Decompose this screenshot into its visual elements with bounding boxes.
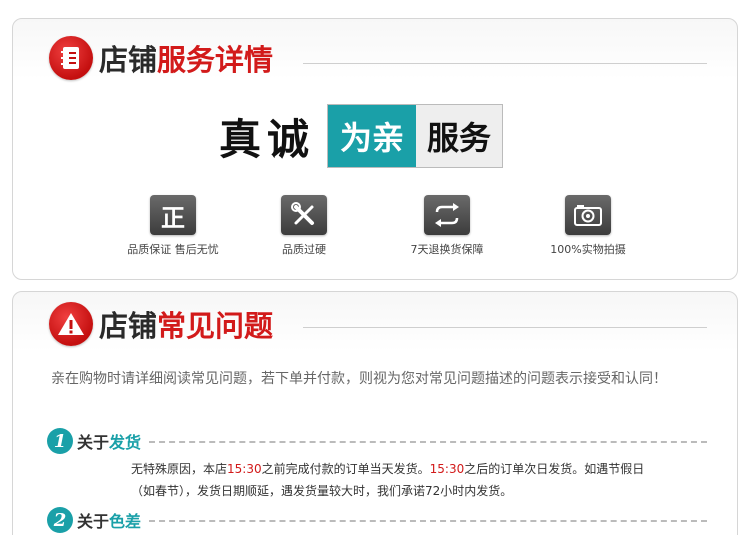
title-red: 服务详情 [157, 43, 274, 77]
banner-box: 为亲 服务 [327, 104, 504, 168]
faq-dashed-divider [149, 520, 707, 522]
section-title: 店铺常见问题 [99, 303, 273, 345]
faq-shipping-body: 无特殊原因，本店15:30之前完成付款的订单当天发货。15:30之后的订单次日发… [131, 458, 651, 502]
feature-label: 品质过硬 [282, 243, 326, 256]
faq-number-badge: 1 [47, 428, 73, 454]
banner-grey-text: 服务 [416, 105, 503, 167]
faq-panel: 店铺常见问题 亲在购物时请详细阅读常见问题，若下单并付款，则视为您对常见问题描述… [12, 291, 738, 535]
title-divider [303, 63, 707, 64]
title-black: 店铺 [99, 43, 158, 77]
faq-title: 关于色差 [77, 508, 141, 532]
section-title: 店铺服务详情 [99, 37, 273, 79]
feature-real-photos: 100%实物拍摄 [518, 195, 658, 257]
faq-topic: 色差 [109, 512, 142, 531]
faq-dashed-divider [149, 441, 707, 443]
faq-prefix: 关于 [77, 433, 110, 452]
faq-title: 关于发货 [77, 429, 141, 453]
faq-topic: 发货 [109, 433, 142, 452]
faq-prefix: 关于 [77, 512, 110, 531]
notebook-icon [49, 36, 93, 80]
highlight-time: 15:30 [227, 462, 262, 476]
zheng-badge-icon: 正 [150, 195, 196, 235]
title-red: 常见问题 [157, 309, 274, 343]
banner-black-text: 真诚 [219, 114, 316, 164]
feature-label: 品质保证 售后无忧 [127, 243, 219, 256]
faq-notice: 亲在购物时请详细阅读常见问题，若下单并付款，则视为您对常见问题描述的问题表示接受… [51, 371, 667, 387]
service-details-header: 店铺服务详情 [49, 35, 273, 81]
faq-number-badge: 2 [47, 507, 73, 533]
title-divider [303, 327, 707, 328]
feature-quality-guarantee: 正 品质保证 售后无忧 [103, 195, 243, 257]
warning-icon [49, 302, 93, 346]
camera-icon [565, 195, 611, 235]
feature-label: 7天退换货保障 [410, 243, 484, 256]
feature-7day-return: 7天退换货保障 [377, 195, 517, 257]
feature-label: 100%实物拍摄 [550, 243, 626, 256]
faq-header: 店铺常见问题 [49, 301, 273, 347]
banner-teal-text: 为亲 [328, 105, 417, 167]
faq-item-shipping-header: 1 关于发货 [47, 428, 707, 454]
feature-solid-quality: 品质过硬 [234, 195, 374, 257]
title-black: 店铺 [99, 309, 158, 343]
service-details-panel: 店铺服务详情 真诚 为亲 服务 正 品质保证 售后无忧 品质过硬 7天退换货保障… [12, 18, 738, 280]
sincere-service-banner: 真诚 为亲 服务 [219, 103, 504, 169]
exchange-arrows-icon [424, 195, 470, 235]
faq-item-color-diff-header: 2 关于色差 [47, 507, 707, 533]
zheng-glyph: 正 [161, 203, 185, 232]
highlight-time: 15:30 [429, 462, 465, 476]
body-text: 之前完成付款的订单当天发货。 [261, 462, 430, 476]
body-text: 无特殊原因，本店 [131, 462, 228, 476]
tools-icon [281, 195, 327, 235]
